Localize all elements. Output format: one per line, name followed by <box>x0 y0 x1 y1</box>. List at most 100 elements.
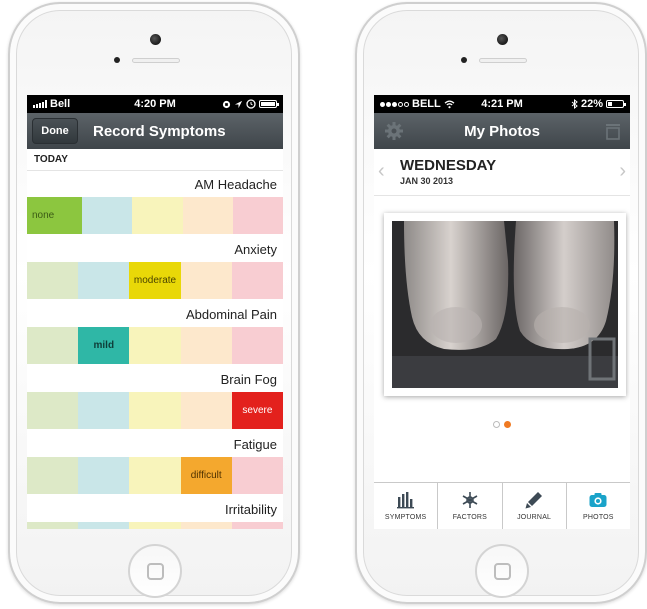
knees-photo <box>392 221 618 388</box>
status-bar: Bell 4:20 PM <box>27 95 283 113</box>
severity-option[interactable] <box>129 522 181 529</box>
record-symptoms-screen: Bell 4:20 PM Done Record Symptoms TODAY … <box>27 95 283 529</box>
severity-option[interactable] <box>231 457 283 494</box>
symptom-row: Fatigue difficult <box>27 431 283 496</box>
severity-option[interactable] <box>129 457 181 494</box>
tab-label: SYMPTOMS <box>384 514 427 521</box>
severity-option-selected[interactable]: severe <box>231 392 283 429</box>
symptom-name: Irritability <box>224 502 277 517</box>
severity-option[interactable] <box>78 262 130 299</box>
severity-option[interactable] <box>78 522 130 529</box>
tab-photos[interactable]: PHOTOS <box>567 483 630 529</box>
severity-option[interactable] <box>129 327 181 364</box>
signal-bars-icon <box>33 100 47 108</box>
severity-option[interactable] <box>27 327 79 364</box>
tab-label: FACTORS <box>452 514 488 521</box>
symptom-row: Anxiety moderate <box>27 236 283 301</box>
tab-journal[interactable]: JOURNAL <box>503 483 567 529</box>
severity-option[interactable] <box>180 392 232 429</box>
tab-bar: SYMPTOMS FACTORS JOURNAL PHOTOS <box>374 482 630 529</box>
alarm-clock-icon <box>246 99 256 109</box>
day-header: ‹ WEDNESDAY JAN 30 2013 › <box>374 149 630 196</box>
front-camera-icon <box>150 34 161 45</box>
severity-scale: mild <box>27 327 283 364</box>
earpiece-speaker <box>479 58 527 63</box>
right-phone: BELL 4:21 PM 22% My Photos ‹ WEDNESDAY J… <box>355 2 647 604</box>
tab-label: PHOTOS <box>583 514 614 521</box>
severity-option[interactable] <box>78 392 130 429</box>
battery-icon <box>606 100 626 108</box>
page-title: My Photos <box>464 122 540 140</box>
severity-option[interactable] <box>231 262 283 299</box>
symptom-name: AM Headache <box>194 177 277 192</box>
left-phone: Bell 4:20 PM Done Record Symptoms TODAY … <box>8 2 300 604</box>
camera-icon <box>589 493 607 507</box>
nav-bar: My Photos <box>374 113 630 149</box>
page-title: Record Symptoms <box>93 122 226 140</box>
tab-factors[interactable]: FACTORS <box>438 483 503 529</box>
symptom-row: Brain Fog severe <box>27 366 283 431</box>
severity-option[interactable] <box>180 327 232 364</box>
severity-option-selected[interactable]: moderate <box>129 262 181 299</box>
symptom-name: Anxiety <box>234 242 277 257</box>
severity-option[interactable] <box>180 522 232 529</box>
my-photos-screen: BELL 4:21 PM 22% My Photos ‹ WEDNESDAY J… <box>374 95 630 529</box>
home-square-icon <box>494 563 511 580</box>
carrier-name: BELL <box>412 98 441 110</box>
severity-option[interactable] <box>27 522 79 529</box>
page-dot[interactable] <box>504 421 511 428</box>
battery-percent: 22% <box>580 98 603 110</box>
bar-chart-icon <box>396 492 414 509</box>
severity-scale: none <box>27 197 283 234</box>
done-button[interactable]: Done <box>32 118 78 144</box>
next-day-chevron-icon[interactable]: › <box>619 160 626 183</box>
severity-option-selected[interactable]: none <box>27 197 83 234</box>
severity-option[interactable] <box>231 522 283 529</box>
bluetooth-icon <box>571 99 578 109</box>
pencil-icon <box>525 492 543 509</box>
severity-option[interactable] <box>27 457 79 494</box>
battery-icon <box>259 100 279 108</box>
page-indicator[interactable] <box>374 421 630 428</box>
day-name: WEDNESDAY <box>400 157 497 174</box>
severity-option[interactable] <box>27 392 79 429</box>
symptom-list: AM Headache none Anxiety moderate Abdominal … <box>27 171 283 529</box>
home-button[interactable] <box>128 544 182 598</box>
severity-option[interactable] <box>78 457 130 494</box>
home-square-icon <box>147 563 164 580</box>
lock-rotation-icon <box>222 100 231 108</box>
tab-label: JOURNAL <box>517 514 552 521</box>
photo-card[interactable] <box>384 213 626 396</box>
symptom-name: Brain Fog <box>220 372 277 387</box>
day-date: JAN 30 2013 <box>400 176 454 186</box>
severity-option-selected[interactable]: mild <box>78 327 130 364</box>
previous-day-chevron-icon[interactable]: ‹ <box>378 160 385 183</box>
severity-option[interactable] <box>27 262 79 299</box>
trash-icon[interactable] <box>604 122 622 140</box>
severity-scale: moderate <box>27 262 283 299</box>
severity-option[interactable] <box>232 197 283 234</box>
gear-icon[interactable] <box>384 121 404 141</box>
front-camera-icon <box>497 34 508 45</box>
symptom-name: Abdominal Pain <box>185 307 277 322</box>
symptom-name: Fatigue <box>233 437 277 452</box>
section-header-today: TODAY <box>27 149 283 171</box>
severity-option[interactable] <box>129 392 181 429</box>
carrier-name: Bell <box>50 98 71 110</box>
severity-scale: severe <box>27 392 283 429</box>
nav-bar: Done Record Symptoms <box>27 113 283 149</box>
signal-dots-icon <box>380 101 409 107</box>
wifi-icon <box>444 99 455 108</box>
home-button[interactable] <box>475 544 529 598</box>
severity-option[interactable] <box>182 197 233 234</box>
tab-symptoms[interactable]: SYMPTOMS <box>374 483 439 529</box>
severity-option[interactable] <box>180 262 232 299</box>
severity-option-selected[interactable]: difficult <box>180 457 232 494</box>
sensor-dot <box>461 57 467 63</box>
earpiece-speaker <box>132 58 180 63</box>
severity-option[interactable] <box>132 197 183 234</box>
severity-option[interactable] <box>231 327 283 364</box>
page-dot[interactable] <box>493 421 500 428</box>
symptom-row: Abdominal Pain mild <box>27 301 283 366</box>
severity-option[interactable] <box>82 197 133 234</box>
